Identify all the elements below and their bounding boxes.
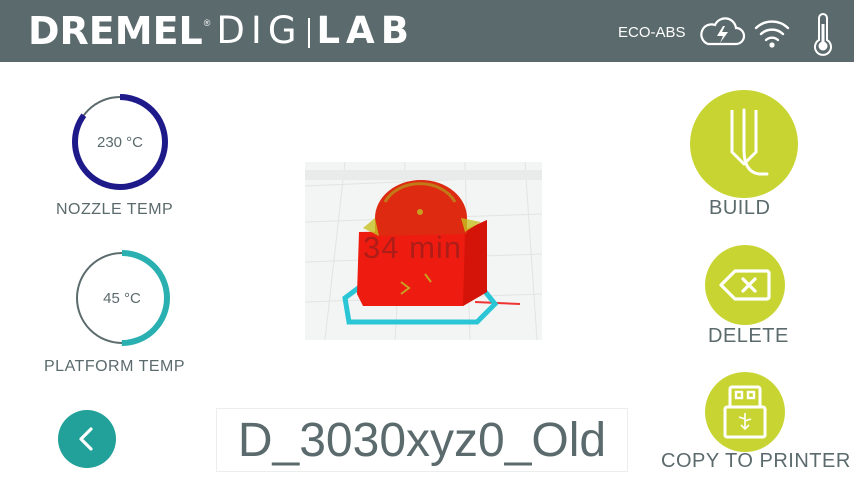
copy-to-printer-button[interactable]	[705, 372, 785, 452]
logo-brand: DREMEL	[28, 9, 203, 53]
top-bar: DREMEL ® DIG LAB ECO-ABS	[0, 0, 854, 62]
logo-divider	[308, 17, 311, 48]
cloud-icon[interactable]	[698, 16, 746, 53]
build-label: BUILD	[709, 197, 771, 219]
platform-temp-value: 45 °C	[103, 289, 141, 307]
thermometer-icon[interactable]	[812, 12, 834, 61]
delete-button[interactable]	[705, 245, 785, 325]
chevron-left-icon	[79, 427, 93, 451]
logo-registered-mark: ®	[203, 18, 211, 28]
dremel-digilab-logo: DREMEL ® DIG LAB	[28, 9, 415, 53]
wifi-icon[interactable]	[752, 14, 792, 55]
copy-to-printer-label: COPY TO PRINTER	[661, 450, 851, 472]
file-name: D_3030xyz0_Old	[216, 408, 628, 472]
filament-type: ECO-ABS	[618, 24, 686, 41]
print-time: 34 min	[363, 230, 463, 265]
nozzle-temp-gauge: 230 °C	[70, 92, 170, 192]
nozzle-icon	[730, 108, 769, 176]
platform-temp-label: PLATFORM TEMP	[44, 358, 186, 375]
delete-label: DELETE	[708, 325, 789, 347]
model-preview: 34 min	[305, 162, 542, 340]
nozzle-temp-label: NOZZLE TEMP	[56, 201, 174, 218]
logo-product: DIG LAB	[216, 9, 415, 52]
nozzle-temp-value: 230 °C	[96, 133, 144, 151]
back-button[interactable]	[58, 410, 116, 468]
backspace-icon	[719, 269, 771, 301]
usb-drive-icon	[723, 385, 767, 439]
platform-temp-gauge: 45 °C	[72, 248, 172, 348]
build-button[interactable]	[690, 90, 798, 198]
